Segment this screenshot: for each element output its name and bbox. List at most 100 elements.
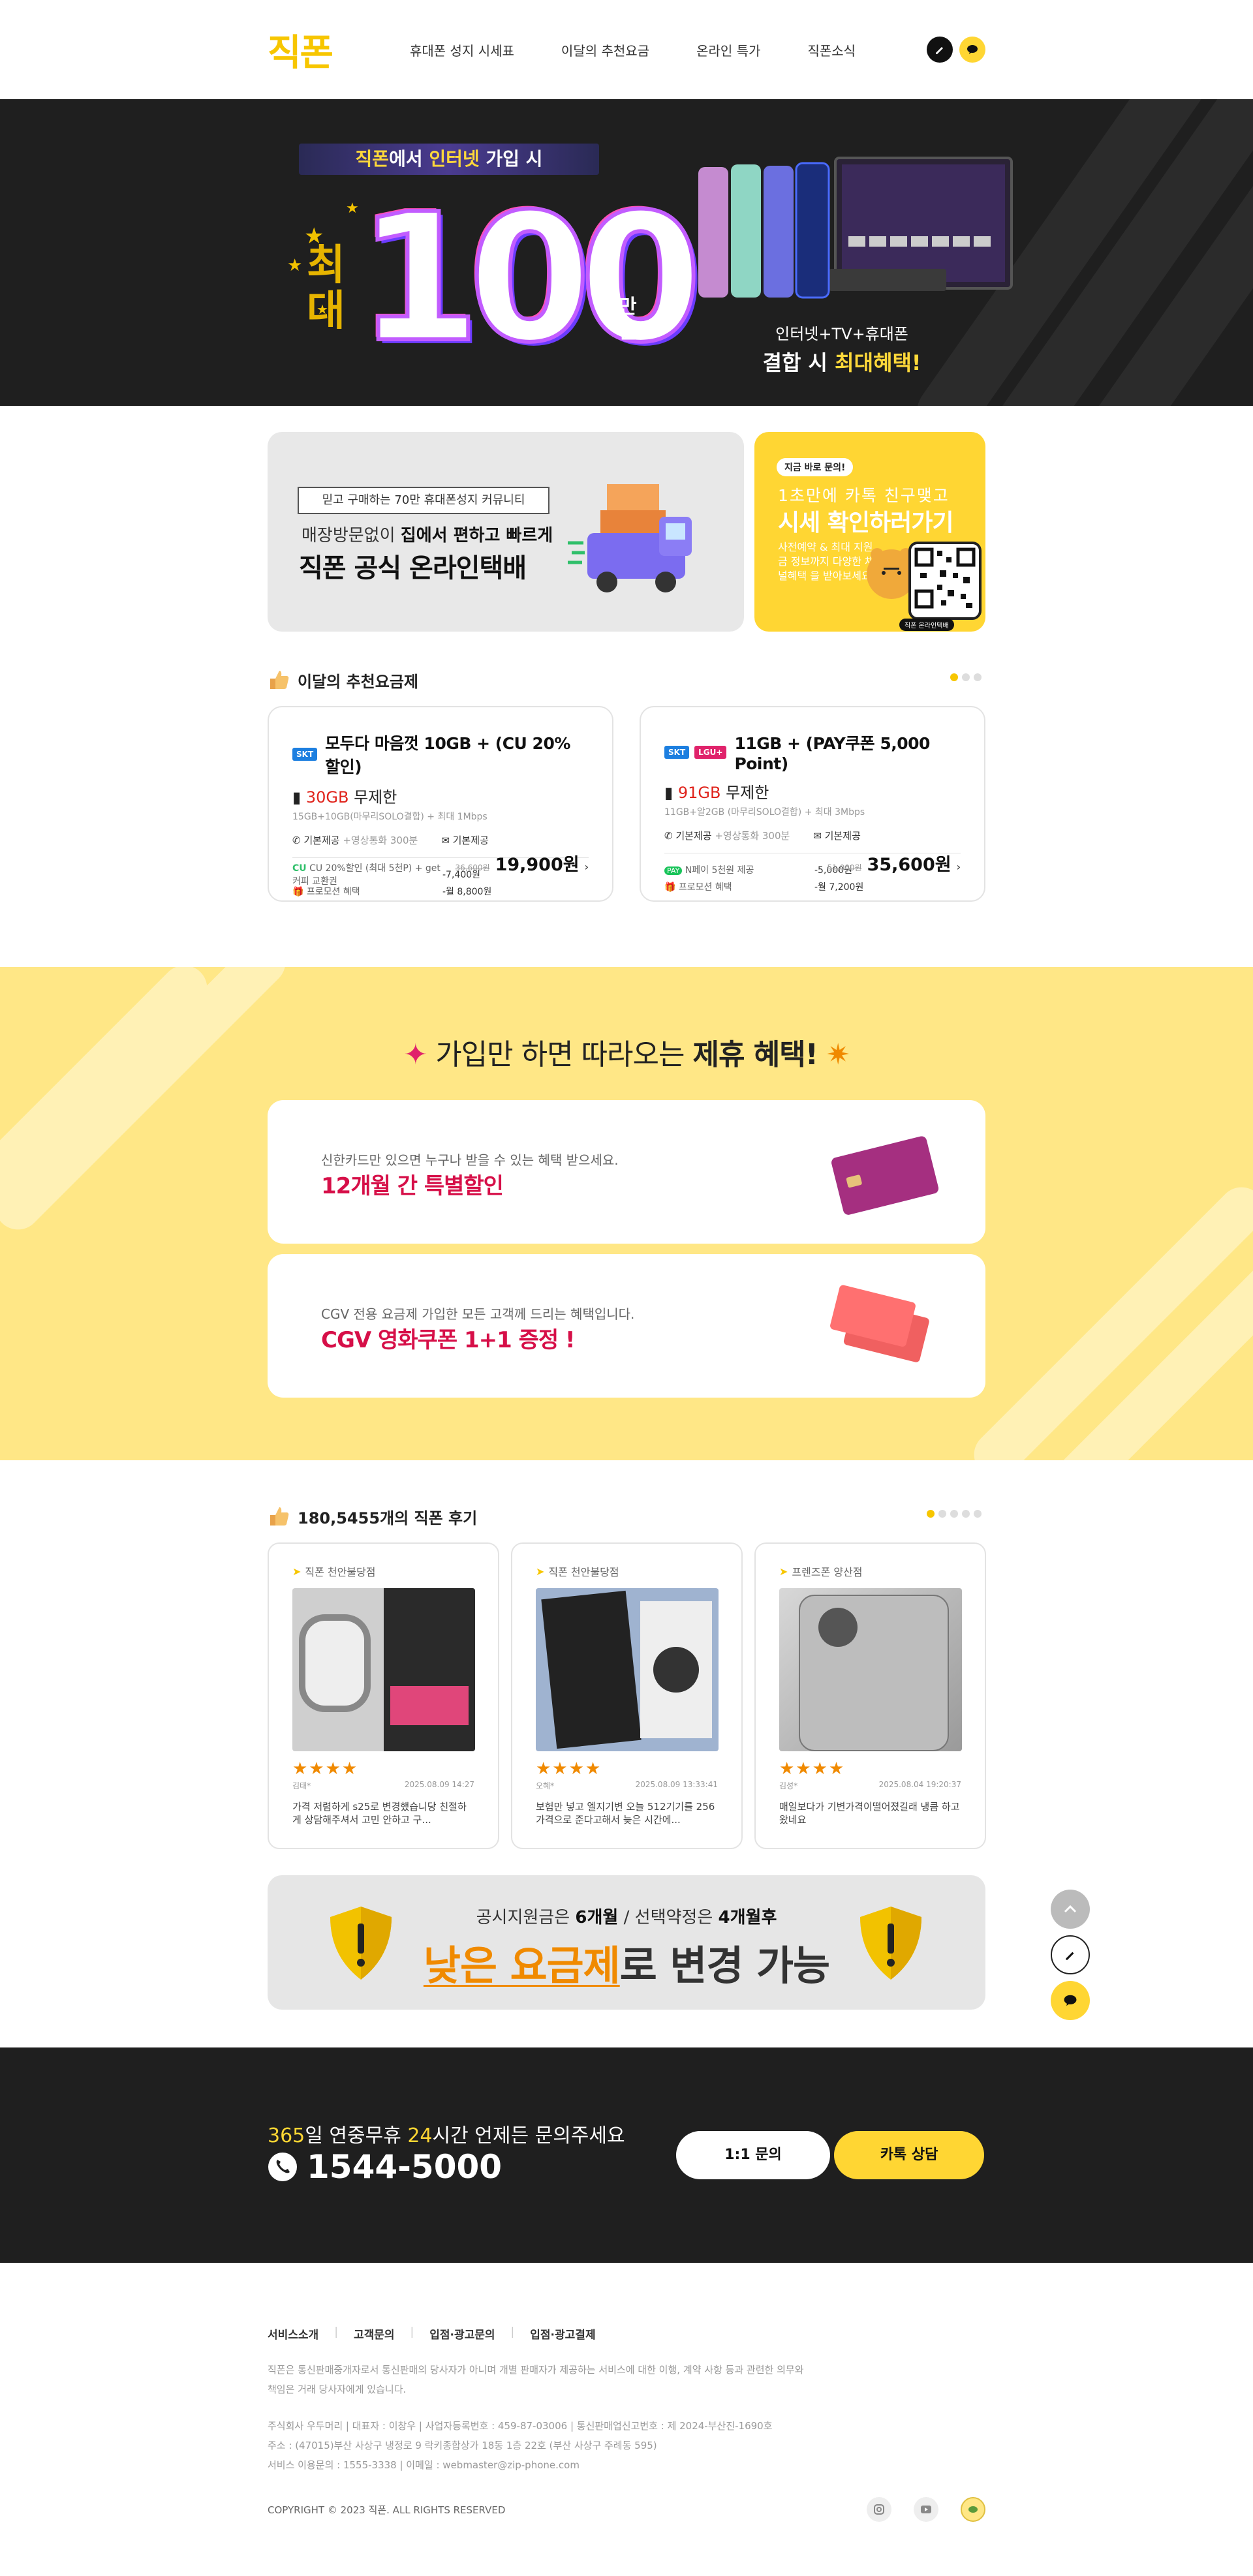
edit-float-button[interactable] bbox=[1051, 1935, 1090, 1974]
plan-change-notice: 공시지원금은 6개월 / 선택약정은 4개월후 낮은 요금제로 변경 가능 bbox=[268, 1875, 985, 2010]
npay-icon: PAY bbox=[664, 866, 683, 875]
footer-link-partner-payment[interactable]: 입점·광고결제 bbox=[530, 2325, 595, 2342]
footer-links: 서비스소개 | 고객문의 | 입점·광고문의 | 입점·광고결제 bbox=[268, 2325, 596, 2342]
review-photo bbox=[292, 1588, 475, 1751]
thumbs-up-icon bbox=[270, 671, 289, 689]
party-popper-icon: ✷ bbox=[826, 1038, 850, 1071]
badge: 지금 바로 문의! bbox=[777, 458, 854, 476]
plan-name: 모두다 마음껏 10GB + (CU 20% 할인) bbox=[325, 734, 570, 776]
review-card[interactable]: ➤ 프렌즈폰 양산점 ★★★★ 김성* 2025.08.04 19:20:37 매일… bbox=[754, 1542, 986, 1849]
rating-stars: ★★★★ bbox=[536, 1759, 602, 1779]
mail-icon: ✉ bbox=[441, 835, 450, 846]
kakao-friend-banner[interactable]: 지금 바로 문의! 1초만에 카톡 친구맺고 시세 확인하러가기 사전예약 & … bbox=[754, 432, 985, 632]
thumbs-up-icon bbox=[270, 1507, 289, 1526]
plan-name: 11GB + (PAY쿠폰 5,000 Point) bbox=[734, 734, 930, 773]
community-pill: 믿고 구매하는 70만 휴대폰성지 커뮤니티 bbox=[298, 487, 549, 514]
chevron-right-icon: › bbox=[956, 861, 961, 873]
scroll-top-button[interactable] bbox=[1051, 1890, 1090, 1929]
page-dot[interactable] bbox=[927, 1510, 935, 1518]
blog-icon[interactable] bbox=[961, 2497, 985, 2522]
hero-amount: 100 bbox=[356, 176, 704, 381]
phone-icon bbox=[268, 2153, 297, 2181]
copyright: COPYRIGHT © 2023 직폰. ALL RIGHTS RESERVED bbox=[268, 2504, 506, 2516]
plans-title: 이달의 추천요금제 bbox=[268, 668, 985, 692]
chat-icon[interactable] bbox=[959, 37, 985, 63]
signal-icon: ▮ bbox=[664, 784, 673, 802]
qr-code[interactable] bbox=[908, 542, 982, 620]
footer-link-support[interactable]: 고객문의 bbox=[354, 2325, 395, 2342]
plans-pagination[interactable] bbox=[950, 673, 982, 681]
rating-stars: ★★★★ bbox=[779, 1759, 846, 1779]
nav-price-list[interactable]: 휴대폰 성지 시세표 bbox=[410, 40, 514, 59]
nav-news[interactable]: 직폰소식 bbox=[807, 40, 856, 59]
plan-card[interactable]: SKT 모두다 마음껏 10GB + (CU 20% 할인) ▮ 30GB 무제… bbox=[268, 706, 613, 902]
review-card[interactable]: ➤ 직폰 천안불당점 ★★★★ 김태* 2025.08.09 14:27 가격 저렴… bbox=[268, 1542, 499, 1849]
page-dot[interactable] bbox=[938, 1510, 946, 1518]
credit-card-icon bbox=[831, 1136, 939, 1215]
phone-icon: ✆ bbox=[292, 835, 301, 846]
chevron-right-icon: › bbox=[584, 861, 589, 873]
plan-price: 51,000원 35,600원 › bbox=[827, 855, 961, 875]
instagram-icon[interactable] bbox=[867, 2497, 891, 2522]
review-photo bbox=[779, 1588, 962, 1751]
nav-online-deals[interactable]: 온라인 특가 bbox=[696, 40, 760, 59]
location-arrow-icon: ➤ bbox=[536, 1565, 545, 1578]
edit-icon[interactable] bbox=[927, 37, 953, 63]
footer-link-about[interactable]: 서비스소개 bbox=[268, 2325, 318, 2342]
nav-recommended-plans[interactable]: 이달의 추천요금 bbox=[561, 40, 649, 59]
cu-icon: CU bbox=[292, 863, 307, 874]
signal-icon: ▮ bbox=[292, 788, 302, 806]
firecracker-icon: ✦ bbox=[403, 1038, 427, 1071]
reviews-pagination[interactable] bbox=[927, 1510, 982, 1518]
partner-benefits-section: ✦ 가입만 하면 따라오는 제휴 혜택! ✷ 신한카드만 있으면 누구나 받을 … bbox=[0, 967, 1253, 1460]
page-dot[interactable] bbox=[962, 673, 970, 681]
benefit-card-shinhan[interactable]: 신한카드만 있으면 누구나 받을 수 있는 혜택 받으세요. 12개월 간 특별… bbox=[268, 1100, 985, 1244]
page-dot[interactable] bbox=[950, 1510, 958, 1518]
online-delivery-banner[interactable]: 믿고 구매하는 70만 휴대폰성지 커뮤니티 매장방문없이 집에서 편하고 빠르… bbox=[268, 432, 744, 632]
page-dot[interactable] bbox=[974, 673, 982, 681]
review-photo bbox=[536, 1588, 719, 1751]
chat-float-button[interactable] bbox=[1051, 1981, 1090, 2020]
footer-disclaimer: 직폰은 통신판매중개자로서 통신판매의 당사자가 아니며 개별 판매자가 제공하… bbox=[268, 2364, 804, 2395]
carrier-tag: LGU+ bbox=[694, 745, 727, 759]
devices-illustration bbox=[698, 157, 1013, 299]
benefit-card-cgv[interactable]: CGV 전용 요금제 가입한 모든 고객께 드리는 혜택입니다. CGV 영화쿠… bbox=[268, 1254, 985, 1398]
star-icon: ★ bbox=[346, 200, 359, 217]
carrier-tag: SKT bbox=[292, 748, 318, 761]
movie-ticket-icon bbox=[830, 1285, 929, 1362]
review-card[interactable]: ➤ 직폰 천안불당점 ★★★★ 오혜* 2025.08.09 13:33:41 보험… bbox=[511, 1542, 743, 1849]
page-dot[interactable] bbox=[950, 673, 958, 681]
reviews-title: 180,5455개의 직폰 후기 bbox=[268, 1505, 985, 1528]
hero-max-label: 최대 bbox=[307, 241, 345, 335]
mail-icon: ✉ bbox=[813, 830, 822, 842]
gift-icon: 🎁 bbox=[664, 882, 676, 893]
plan-price: 36,600원 19,900원 › bbox=[455, 855, 589, 875]
plan-card[interactable]: SKT LGU+ 11GB + (PAY쿠폰 5,000 Point) ▮ 91… bbox=[640, 706, 985, 902]
page-dot[interactable] bbox=[974, 1510, 982, 1518]
gift-icon: 🎁 bbox=[292, 887, 304, 897]
company-info: 주식회사 우두머리 | 대표자 : 이창우 | 사업자등록번호 : 459-87… bbox=[268, 2420, 773, 2471]
main-nav: 휴대폰 성지 시세표 이달의 추천요금 온라인 특가 직폰소식 bbox=[410, 40, 856, 59]
footer-link-partner-inquiry[interactable]: 입점·광고문의 bbox=[429, 2325, 495, 2342]
location-arrow-icon: ➤ bbox=[292, 1565, 302, 1578]
delivery-truck-icon bbox=[568, 484, 692, 592]
hero-caption: 인터넷+TV+휴대폰 결합 시 최대혜택! bbox=[762, 325, 921, 375]
youtube-icon[interactable] bbox=[914, 2497, 938, 2522]
rating-stars: ★★★★ bbox=[292, 1759, 359, 1779]
site-footer: 서비스소개 | 고객문의 | 입점·광고문의 | 입점·광고결제 직폰은 통신판매중개… bbox=[0, 2263, 1253, 2522]
carrier-tag: SKT bbox=[664, 745, 690, 759]
location-arrow-icon: ➤ bbox=[779, 1565, 788, 1578]
logo[interactable]: 직폰 bbox=[268, 23, 382, 76]
contact-section: 365일 연중무휴 24시간 언제든 문의주세요 1544-5000 1:1 문… bbox=[0, 2047, 1253, 2263]
site-header: 직폰 휴대폰 성지 시세표 이달의 추천요금 온라인 특가 직폰소식 bbox=[0, 0, 1253, 99]
hero-unit: 만원 bbox=[619, 296, 637, 343]
kakao-consult-button[interactable]: 카톡 상담 bbox=[834, 2131, 984, 2179]
inquiry-button[interactable]: 1:1 문의 bbox=[676, 2131, 830, 2179]
page-dot[interactable] bbox=[962, 1510, 970, 1518]
delivery-headline: 직폰 공식 온라인택배 bbox=[299, 553, 527, 583]
phone-icon: ✆ bbox=[664, 830, 673, 842]
phone-number[interactable]: 1544-5000 bbox=[268, 2148, 502, 2186]
benefits-title: ✦ 가입만 하면 따라오는 제휴 혜택! ✷ bbox=[403, 1038, 850, 1071]
star-icon: ★ bbox=[287, 256, 303, 275]
hero-banner[interactable]: 직폰에서 인터넷 가입 시 ★ ★ ★ ★ 최대 100 만원 인터넷+TV+휴… bbox=[0, 99, 1253, 406]
